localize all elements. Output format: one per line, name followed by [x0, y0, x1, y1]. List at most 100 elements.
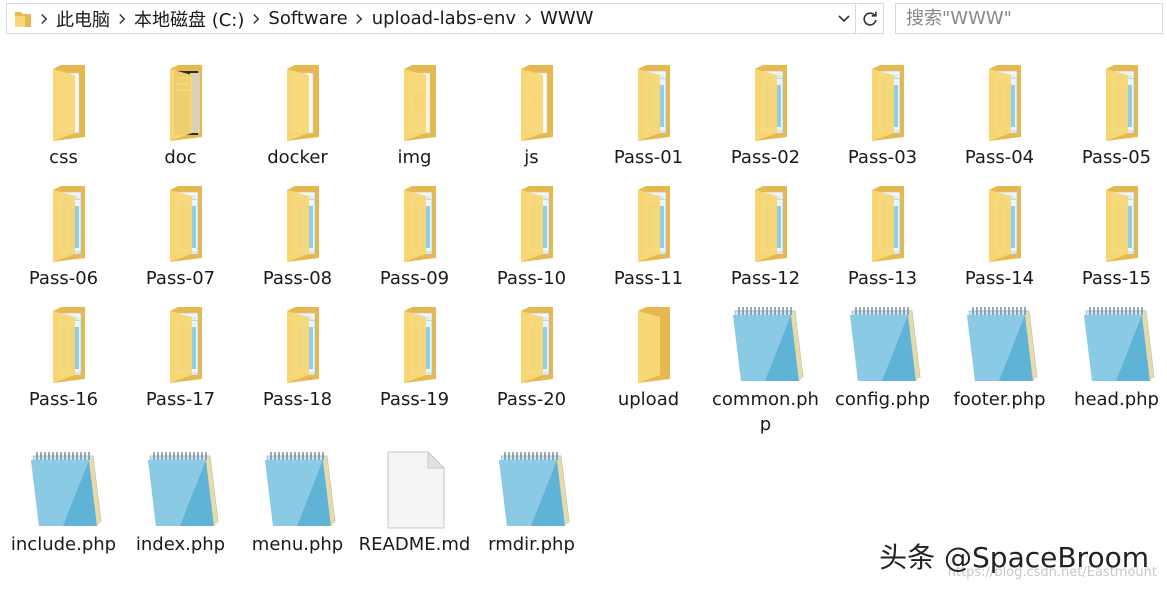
- file-item-label: common.php: [712, 389, 819, 435]
- chevron-right-icon[interactable]: [518, 4, 538, 33]
- file-item-pass-14[interactable]: Pass-14: [941, 184, 1058, 312]
- chevron-down-icon[interactable]: [833, 4, 855, 33]
- file-item-label: README.md: [358, 534, 471, 555]
- search-input[interactable]: [896, 4, 1162, 33]
- file-item-rmdir-php[interactable]: rmdir.php: [473, 450, 590, 578]
- file-item-config-php[interactable]: config.php: [824, 305, 941, 433]
- folder-icon: [491, 63, 573, 143]
- folder-icon: [374, 305, 456, 385]
- file-item-label: Pass-16: [28, 389, 99, 410]
- chevron-right-icon[interactable]: [112, 4, 132, 33]
- file-item-doc[interactable]: doc: [122, 63, 239, 191]
- file-item-label: upload: [617, 389, 680, 410]
- folder-icon: [23, 63, 105, 143]
- file-item-pass-15[interactable]: Pass-15: [1058, 184, 1167, 312]
- breadcrumb-item[interactable]: 此电脑: [54, 6, 112, 32]
- file-item-pass-18[interactable]: Pass-18: [239, 305, 356, 433]
- file-item-pass-20[interactable]: Pass-20: [473, 305, 590, 433]
- file-item-pass-19[interactable]: Pass-19: [356, 305, 473, 433]
- file-item-label: Pass-01: [613, 147, 684, 168]
- file-item-css[interactable]: css: [5, 63, 122, 191]
- file-item-js[interactable]: js: [473, 63, 590, 191]
- chevron-right-icon[interactable]: [34, 4, 54, 33]
- file-item-label: menu.php: [251, 534, 344, 555]
- chevron-right-icon[interactable]: [246, 4, 266, 33]
- file-item-docker[interactable]: docker: [239, 63, 356, 191]
- watermark: 头条 @SpaceBroom: [879, 541, 1149, 574]
- file-item-footer-php[interactable]: footer.php: [941, 305, 1058, 433]
- search-box[interactable]: [895, 3, 1163, 34]
- folder-icon: [257, 184, 339, 264]
- file-item-label: include.php: [10, 534, 117, 555]
- folder-icon: [959, 184, 1041, 264]
- file-item-label: docker: [267, 147, 328, 168]
- file-item-include-php[interactable]: include.php: [5, 450, 122, 578]
- address-bar[interactable]: 此电脑 本地磁盘 (C:) Software upload-labs-env WWW: [6, 3, 856, 34]
- file-item-upload[interactable]: upload: [590, 305, 707, 433]
- file-item-pass-01[interactable]: Pass-01: [590, 63, 707, 191]
- notepad-file-icon: [23, 450, 105, 530]
- file-item-pass-09[interactable]: Pass-09: [356, 184, 473, 312]
- file-item-label: Pass-08: [262, 268, 333, 289]
- notepad-file-icon: [842, 305, 924, 385]
- file-item-pass-08[interactable]: Pass-08: [239, 184, 356, 312]
- file-item-label: Pass-13: [847, 268, 918, 289]
- file-item-label: Pass-14: [964, 268, 1035, 289]
- file-item-label: Pass-20: [496, 389, 567, 410]
- file-item-label: config.php: [834, 389, 931, 410]
- file-item-pass-17[interactable]: Pass-17: [122, 305, 239, 433]
- file-item-label: head.php: [1074, 389, 1159, 410]
- folder-icon: [23, 184, 105, 264]
- file-item-pass-10[interactable]: Pass-10: [473, 184, 590, 312]
- folder-icon: [257, 305, 339, 385]
- file-item-menu-php[interactable]: menu.php: [239, 450, 356, 578]
- file-item-readme-md[interactable]: README.md: [356, 450, 473, 578]
- file-item-label: Pass-11: [613, 268, 684, 289]
- notepad-file-icon: [257, 450, 339, 530]
- file-item-pass-06[interactable]: Pass-06: [5, 184, 122, 312]
- folder-icon: [842, 184, 924, 264]
- folder-icon: [725, 184, 807, 264]
- file-item-label: Pass-09: [379, 268, 450, 289]
- folder-icon: [374, 63, 456, 143]
- file-item-label: img: [397, 147, 432, 168]
- file-item-pass-07[interactable]: Pass-07: [122, 184, 239, 312]
- file-item-pass-11[interactable]: Pass-11: [590, 184, 707, 312]
- file-item-label: Pass-04: [964, 147, 1035, 168]
- file-item-pass-16[interactable]: Pass-16: [5, 305, 122, 433]
- folder-icon: [608, 63, 690, 143]
- file-item-label: Pass-07: [145, 268, 216, 289]
- file-item-pass-13[interactable]: Pass-13: [824, 184, 941, 312]
- notepad-file-icon: [1076, 305, 1158, 385]
- file-item-label: Pass-05: [1081, 147, 1152, 168]
- folder-icon: [23, 305, 105, 385]
- file-item-img[interactable]: img: [356, 63, 473, 191]
- refresh-button[interactable]: [857, 3, 884, 34]
- file-item-label: index.php: [135, 534, 226, 555]
- file-item-label: Pass-12: [730, 268, 801, 289]
- folder-icon: [608, 305, 690, 385]
- file-item-head-php[interactable]: head.php: [1058, 305, 1167, 433]
- file-item-pass-04[interactable]: Pass-04: [941, 63, 1058, 191]
- chevron-right-icon[interactable]: [350, 4, 370, 33]
- file-item-common-php[interactable]: common.php: [707, 305, 824, 435]
- notepad-file-icon: [140, 450, 222, 530]
- file-icon: [374, 450, 456, 530]
- folder-icon: [1076, 184, 1158, 264]
- file-item-label: Pass-18: [262, 389, 333, 410]
- folder-icon: [1076, 63, 1158, 143]
- file-item-pass-03[interactable]: Pass-03: [824, 63, 941, 191]
- breadcrumb-item[interactable]: upload-labs-env: [370, 8, 518, 29]
- file-item-index-php[interactable]: index.php: [122, 450, 239, 578]
- file-item-label: Pass-19: [379, 389, 450, 410]
- file-item-label: doc: [164, 147, 197, 168]
- file-item-label: footer.php: [953, 389, 1046, 410]
- file-item-pass-05[interactable]: Pass-05: [1058, 63, 1167, 191]
- folder-icon: [491, 305, 573, 385]
- breadcrumb-item[interactable]: Software: [266, 8, 349, 29]
- file-item-pass-12[interactable]: Pass-12: [707, 184, 824, 312]
- notepad-file-icon: [491, 450, 573, 530]
- file-item-pass-02[interactable]: Pass-02: [707, 63, 824, 191]
- breadcrumb-item[interactable]: WWW: [538, 8, 595, 29]
- breadcrumb-item[interactable]: 本地磁盘 (C:): [132, 6, 246, 32]
